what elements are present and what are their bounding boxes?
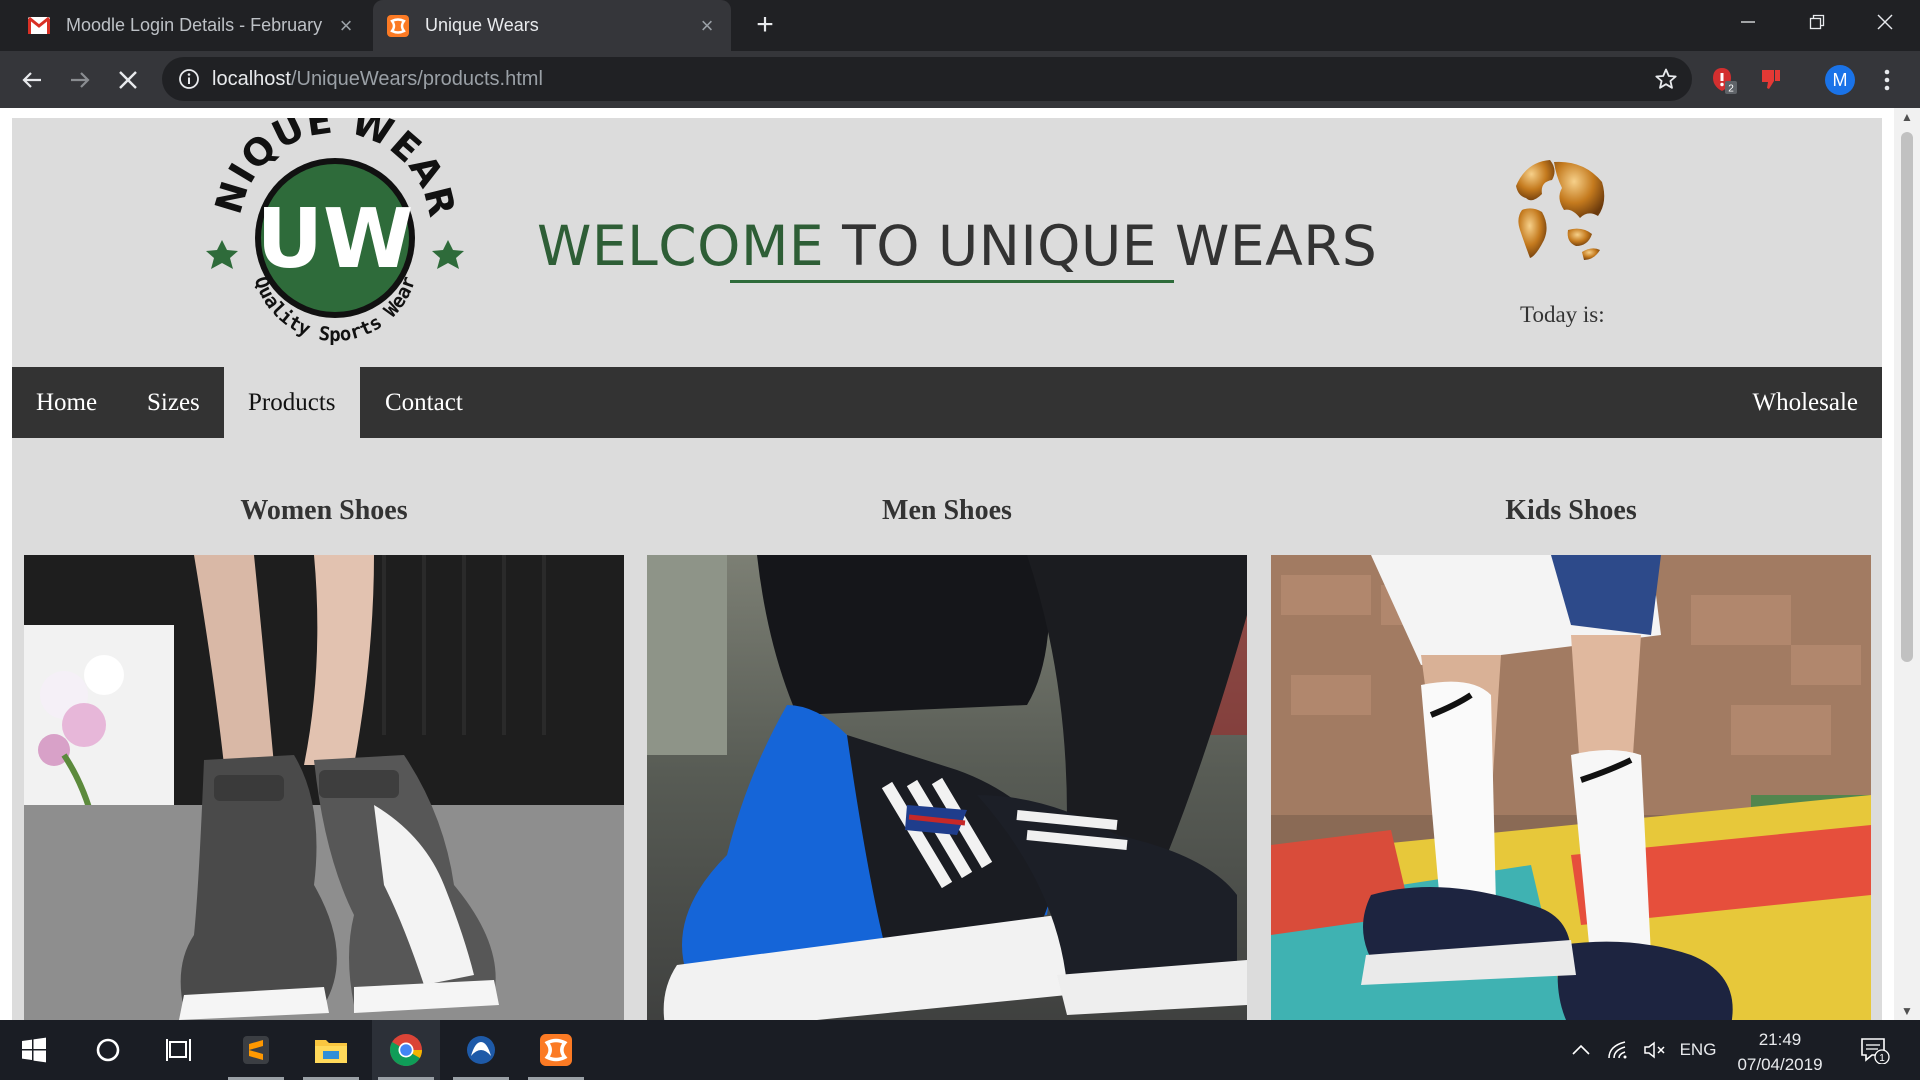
restore-icon[interactable] [1785, 0, 1849, 44]
stop-loading-icon[interactable] [111, 63, 145, 97]
today-label: Today is: [1520, 302, 1605, 327]
nav-home[interactable]: Home [12, 367, 121, 438]
cortana-search-icon[interactable] [74, 1020, 142, 1080]
tab-strip: Moodle Login Details - February × Unique… [0, 0, 1920, 51]
close-window-icon[interactable] [1853, 0, 1917, 44]
volume-muted-icon[interactable] [1640, 1020, 1670, 1080]
logo-star-right [432, 240, 464, 269]
scroll-up-icon[interactable]: ▲ [1894, 110, 1920, 124]
extension-shield-icon[interactable]: 2 [1707, 63, 1741, 97]
bookmark-star-icon[interactable] [1654, 67, 1678, 96]
extension-badge: 2 [1728, 84, 1734, 95]
women-shoes-image[interactable] [24, 555, 624, 1020]
category-title-kids: Kids Shoes [1505, 495, 1637, 526]
unique-wears-logo[interactable]: UNIQUE WEARS UW Quality Sports Wear [184, 118, 470, 363]
windows-start-icon[interactable] [0, 1020, 68, 1080]
nav-products[interactable]: Products [224, 367, 360, 438]
windows-taskbar: ENG 21:49 07/04/2019 1 [0, 1020, 1920, 1080]
welcome-rest: TO UNIQUE WEARS [842, 214, 1378, 278]
nav-sizes[interactable]: Sizes [123, 367, 224, 438]
nav-contact[interactable]: Contact [361, 367, 487, 438]
chrome-icon[interactable] [372, 1020, 440, 1080]
notification-count: 1 [1879, 1053, 1885, 1064]
category-title-men: Men Shoes [882, 495, 1012, 526]
app-blue-icon[interactable] [447, 1020, 515, 1080]
tab-title: Unique Wears [425, 15, 539, 35]
kids-shoes-image[interactable] [1271, 555, 1871, 1020]
minimize-icon[interactable] [1716, 0, 1780, 44]
page-scrollbar[interactable]: ▲ ▼ [1894, 108, 1920, 1020]
task-view-icon[interactable] [146, 1020, 214, 1080]
action-center-icon[interactable]: 1 [1852, 1020, 1898, 1080]
input-language[interactable]: ENG [1676, 1020, 1720, 1080]
profile-avatar[interactable]: M [1825, 65, 1855, 95]
category-title-women: Women Shoes [240, 495, 408, 526]
logo-star-left [206, 240, 238, 269]
system-clock[interactable]: 21:49 07/04/2019 [1720, 1027, 1840, 1077]
browser-menu-icon[interactable] [1870, 63, 1904, 97]
gmail-icon [28, 15, 50, 37]
new-tab-button[interactable]: + [748, 8, 782, 42]
url-path: /UniqueWears/products.html [290, 68, 543, 90]
site-navbar: Home Sizes Products Contact Wholesale [12, 367, 1882, 438]
xampp-taskbar-icon[interactable] [522, 1020, 590, 1080]
welcome-word: WELCOME [537, 214, 825, 278]
tab-title: Moodle Login Details - February [66, 15, 323, 35]
logo-monogram: UW [256, 192, 413, 287]
page-viewport: UNIQUE WEARS UW Quality Sports Wear WELC… [0, 108, 1920, 1020]
browser-toolbar: localhost/UniqueWears/products.html 2 M [0, 51, 1920, 108]
welcome-underline [730, 280, 1174, 283]
site-page: UNIQUE WEARS UW Quality Sports Wear WELC… [12, 118, 1882, 1020]
back-icon[interactable] [15, 63, 49, 97]
show-hidden-icons[interactable] [1568, 1020, 1594, 1080]
site-info-icon[interactable] [178, 68, 200, 95]
clock-date: 07/04/2019 [1737, 1055, 1823, 1074]
address-bar[interactable]: localhost/UniqueWears/products.html [162, 57, 1692, 101]
tab-moodle[interactable]: Moodle Login Details - February × [14, 0, 370, 51]
clock-time: 21:49 [1758, 1030, 1802, 1049]
welcome-heading: WELCOME TO UNIQUE WEARS [537, 214, 1377, 278]
forward-icon[interactable] [63, 63, 97, 97]
url-host: localhost [212, 68, 291, 90]
tab-close-icon[interactable]: × [697, 13, 717, 39]
nav-wholesale[interactable]: Wholesale [1728, 367, 1882, 438]
men-shoes-image[interactable] [647, 555, 1247, 1020]
tab-close-icon[interactable]: × [336, 13, 356, 39]
extension-thumbs-down-icon[interactable] [1755, 63, 1789, 97]
tab-unique-wears[interactable]: Unique Wears × [373, 0, 731, 51]
scroll-down-icon[interactable]: ▼ [1894, 1004, 1920, 1018]
network-icon[interactable] [1604, 1020, 1634, 1080]
sublime-text-icon[interactable] [222, 1020, 290, 1080]
url-text: localhost/UniqueWears/products.html [212, 57, 543, 101]
xampp-icon [387, 14, 409, 37]
scrollbar-thumb[interactable] [1901, 132, 1913, 662]
globe-image [1492, 146, 1620, 274]
file-explorer-icon[interactable] [297, 1020, 365, 1080]
